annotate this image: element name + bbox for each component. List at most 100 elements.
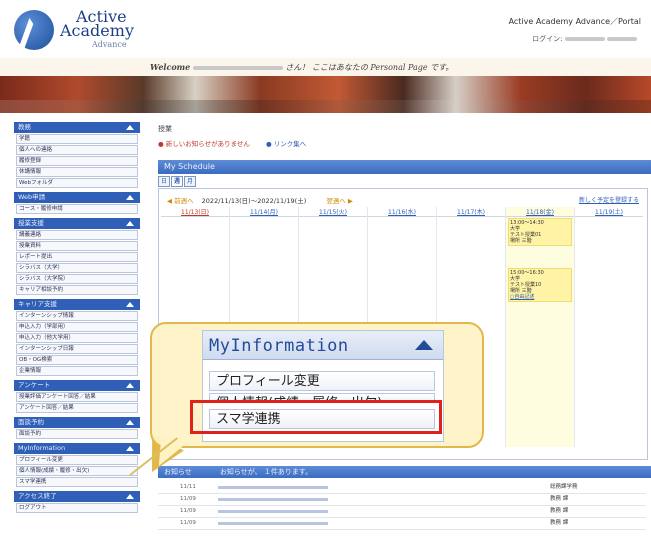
day-column: 11/18(金) 13:00〜14:30 大学 テスト授業01 場所 三階 15… [506, 207, 575, 447]
schedule-event[interactable]: 13:00〜14:30 大学 テスト授業01 場所 三階 [508, 218, 572, 246]
welcome-prefix: Welcome [150, 62, 191, 72]
chevron-up-icon[interactable] [126, 302, 134, 307]
day-header[interactable]: 11/16(水) [368, 207, 436, 217]
sidebar-section-header[interactable]: キャリア支援 [14, 299, 140, 310]
sidebar-section-title: 教務 [18, 123, 31, 131]
sidebar-item[interactable]: 企業情報 [16, 366, 138, 376]
sidebar-item[interactable]: 休講情報 [16, 167, 138, 177]
logo-subtitle: Advance [92, 40, 127, 49]
login-info: ログイン: [532, 34, 637, 44]
sidebar-item[interactable]: 申込入力（他大学用） [16, 333, 138, 343]
sidebar-item[interactable]: 面談予約 [16, 429, 138, 439]
redacted-user [564, 37, 605, 41]
next-week-link[interactable]: 翌週へ ▶ [326, 197, 353, 205]
tab-day[interactable]: 日 [158, 176, 170, 187]
sidebar-section-header[interactable]: 教務 [14, 122, 140, 133]
day-header[interactable]: 11/14(月) [230, 207, 298, 217]
sidebar-item[interactable]: 履修登録 [16, 156, 138, 166]
sidebar-item[interactable]: OB・OG検索 [16, 355, 138, 365]
event-room: 場所 三階 [510, 238, 532, 244]
sidebar-item[interactable]: インターンシップ情報 [16, 311, 138, 321]
schedule-tabs: 日週月 [158, 176, 197, 187]
sidebar-item[interactable]: 個人情報(成績・履修・出欠) [16, 466, 138, 476]
redacted-title [218, 486, 328, 489]
sidebar-item[interactable]: 申込入力（学部用） [16, 322, 138, 332]
sidebar-item[interactable]: アンケート回答／結果 [16, 403, 138, 413]
day-header[interactable]: 11/17(木) [437, 207, 505, 217]
day-header[interactable]: 11/18(金) [506, 207, 574, 217]
sidebar-item[interactable]: レポート提出 [16, 252, 138, 262]
chevron-up-icon[interactable] [415, 340, 433, 350]
event-note-link[interactable]: ○自由記述 [510, 294, 570, 300]
sidebar-item[interactable]: シラバス（大学） [16, 263, 138, 273]
sidebar-item[interactable]: 授業資料 [16, 241, 138, 251]
day-column: 11/19(土) [575, 207, 643, 447]
sidebar-section-title: Web申請 [18, 193, 46, 201]
sidebar-item[interactable]: ログアウト [16, 503, 138, 513]
sidebar-section-header[interactable]: Web申請 [14, 192, 140, 203]
add-schedule-link[interactable]: 新しく予定を登録する [579, 195, 639, 204]
notice-new-link[interactable]: ● 新しいお知らせがありません [158, 140, 250, 148]
sidebar-section-title: アンケート [18, 381, 51, 389]
chevron-up-icon[interactable] [126, 446, 134, 451]
sidebar-item[interactable]: キャリア相談予約 [16, 285, 138, 295]
tab-month[interactable]: 月 [184, 176, 196, 187]
sidebar-item[interactable]: スマ学連携 [16, 477, 138, 487]
header: Active Academy Advance Active Academy Ad… [0, 0, 651, 59]
prev-week-link[interactable]: ◀ 前週へ [167, 197, 194, 205]
redacted-title [218, 522, 328, 525]
list-item[interactable]: 11/09 教務 課 [158, 506, 646, 518]
portal-title: Active Academy Advance／Portal [508, 17, 641, 26]
tab-week[interactable]: 週 [171, 176, 183, 187]
sidebar-item[interactable]: コース・履修申請 [16, 204, 138, 214]
sidebar-section-header[interactable]: アクセス終了 [14, 491, 140, 502]
news-date: 11/09 [180, 520, 196, 526]
news-date: 11/11 [180, 484, 196, 490]
sidebar-item[interactable]: Webフォルダ [16, 178, 138, 188]
day-header[interactable]: 11/19(土) [575, 207, 643, 217]
news-date: 11/09 [180, 508, 196, 514]
list-item[interactable]: 11/09 教務 課 [158, 518, 646, 530]
banner-texture [0, 100, 651, 113]
sidebar-item[interactable]: 学籍 [16, 134, 138, 144]
welcome-suffix: さん！ ここはあなたの Personal Page です。 [285, 63, 454, 72]
sidebar: 教務学籍 個人への連絡 履修登録 休講情報 Webフォルダ Web申請コース・履修申請 授業… [14, 118, 140, 539]
logo-text[interactable]: Active Academy [60, 9, 134, 40]
myinformation-header[interactable]: MyInformation [203, 331, 443, 360]
sidebar-section-header[interactable]: アンケート [14, 380, 140, 391]
sidebar-item[interactable]: シラバス（大学院） [16, 274, 138, 284]
profile-change-button[interactable]: プロフィール変更 [209, 371, 435, 391]
chevron-up-icon[interactable] [126, 195, 134, 200]
myinformation-title: MyInformation [209, 336, 349, 356]
login-label: ログイン: [532, 35, 563, 43]
chevron-up-icon[interactable] [126, 221, 134, 226]
news-dept: 教務 課 [550, 508, 569, 514]
list-item[interactable]: 11/09 教務 課 [158, 494, 646, 506]
logo-icon[interactable] [14, 10, 54, 50]
chevron-up-icon[interactable] [126, 383, 134, 388]
logo-line2: Academy [60, 21, 134, 40]
sidebar-section-header[interactable]: 授業支援 [14, 218, 140, 229]
sidebar-section-title: MyInformation [18, 444, 66, 452]
week-nav: ◀ 前週へ 2022/11/13(日)〜2022/11/19(土) 翌週へ ▶ [167, 195, 353, 205]
highlight-box [190, 400, 442, 434]
list-item[interactable]: 11/11 総務課学務 [158, 482, 646, 494]
day-header[interactable]: 11/15(火) [299, 207, 367, 217]
schedule-header: My Schedule [158, 160, 651, 174]
schedule-event[interactable]: 15:00〜16:30 大学 テスト授業10 場所 三階 ○自由記述 [508, 268, 572, 302]
chevron-up-icon[interactable] [126, 420, 134, 425]
news-dept: 教務 課 [550, 520, 569, 526]
day-header[interactable]: 11/13(日) [161, 207, 229, 217]
chevron-up-icon[interactable] [126, 125, 134, 130]
news-dept: 教務 課 [550, 496, 569, 502]
sidebar-item[interactable]: 個人への連絡 [16, 145, 138, 155]
sidebar-item[interactable]: 授業評価アンケート回答／結果 [16, 392, 138, 402]
sidebar-item[interactable]: 講義連絡 [16, 230, 138, 240]
sidebar-section-header[interactable]: MyInformation [14, 443, 140, 454]
chevron-up-icon[interactable] [126, 494, 134, 499]
links-link[interactable]: ● リンク集へ [266, 140, 306, 148]
sidebar-item[interactable]: インターンシップ日報 [16, 344, 138, 354]
redacted-date [607, 37, 637, 41]
sidebar-item[interactable]: プロフィール変更 [16, 455, 138, 465]
sidebar-section-header[interactable]: 面談予約 [14, 417, 140, 428]
